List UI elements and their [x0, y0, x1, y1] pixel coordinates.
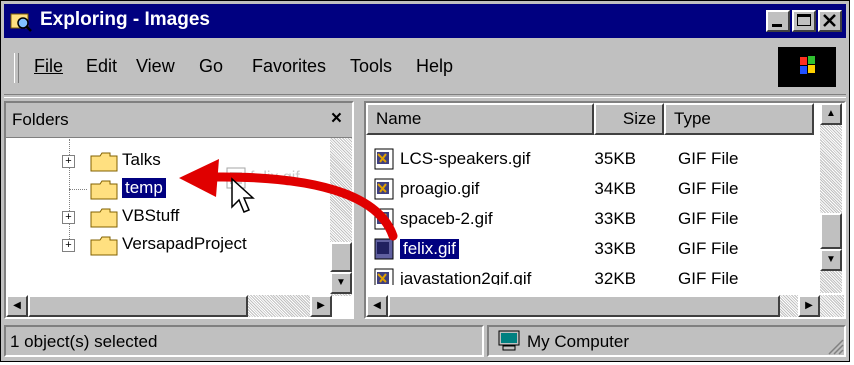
folders-vscrollbar[interactable]: ▼ — [330, 138, 352, 296]
gif-file-icon — [374, 208, 394, 230]
folder-icon — [90, 236, 118, 256]
tree-item-label: temp — [122, 178, 166, 198]
file-row-selected[interactable]: felix.gif 33KB GIF File — [366, 235, 806, 265]
files-scroll-down-button[interactable]: ▼ — [820, 249, 842, 271]
folders-scroll-right-button[interactable]: ▶ — [310, 295, 332, 317]
arrow-up-icon: ▲ — [826, 108, 836, 119]
file-row[interactable]: LCS-speakers.gif 35KB GIF File — [366, 145, 806, 175]
gif-file-icon — [374, 178, 394, 200]
files-scroll-up-button[interactable]: ▲ — [820, 103, 842, 125]
explorer-window: Exploring - Images File Edit View Go Fav… — [0, 0, 850, 362]
windows-logo — [778, 47, 836, 87]
tree-item-label: VersapadProject — [122, 234, 247, 253]
maximize-icon — [797, 14, 811, 26]
gif-file-icon — [374, 268, 394, 285]
window-title: Exploring - Images — [40, 9, 210, 30]
file-size: 33KB — [594, 209, 636, 228]
menu-bar: File Edit View Go Favorites Tools Help — [4, 41, 846, 93]
folders-hscrollbar[interactable]: ◀ ▶ — [6, 295, 332, 317]
file-type: GIF File — [678, 269, 739, 285]
file-name: felix.gif — [400, 239, 459, 259]
file-size: 33KB — [594, 239, 636, 258]
folder-icon — [90, 180, 118, 200]
menu-edit[interactable]: Edit — [86, 56, 117, 77]
files-pane: Name Size Type LCS-speakers.gif 35KB GIF… — [364, 101, 846, 319]
status-location: My Computer — [487, 325, 846, 357]
files-vscrollbar[interactable]: ▲ ▼ — [820, 103, 842, 293]
folders-title: Folders — [12, 110, 69, 129]
expand-icon[interactable]: + — [62, 239, 75, 252]
status-selection: 1 object(s) selected — [4, 325, 484, 357]
title-bar[interactable]: Exploring - Images — [4, 4, 846, 38]
arrow-left-icon: ◀ — [373, 300, 381, 311]
files-hscrollbar[interactable]: ◀ ▶ — [366, 295, 844, 317]
gif-file-icon — [226, 167, 246, 189]
files-scroll-left-button[interactable]: ◀ — [366, 295, 388, 317]
column-header-size[interactable]: Size — [594, 103, 664, 135]
menu-favorites[interactable]: Favorites — [252, 56, 326, 77]
menu-file[interactable]: File — [34, 56, 63, 77]
arrow-left-icon: ◀ — [13, 300, 21, 311]
file-size: 32KB — [594, 269, 636, 285]
minimize-button[interactable] — [766, 10, 790, 32]
arrow-right-icon: ▶ — [805, 300, 813, 311]
file-type: GIF File — [678, 239, 739, 258]
files-vscroll-thumb[interactable] — [820, 213, 842, 249]
file-size: 35KB — [594, 149, 636, 168]
folders-pane: Folders × + Talks temp + VBStuff + Versa… — [4, 101, 354, 319]
files-hscroll-thumb[interactable] — [388, 295, 780, 317]
toolbar-grip[interactable] — [14, 53, 19, 83]
folders-header: Folders × — [6, 103, 352, 138]
file-type: GIF File — [678, 209, 739, 228]
drag-ghost-label: felix.gif — [250, 169, 300, 186]
menu-go[interactable]: Go — [199, 56, 223, 77]
arrow-down-icon: ▼ — [826, 254, 836, 265]
tree-item-label: Talks — [122, 150, 161, 169]
menu-tools[interactable]: Tools — [350, 56, 392, 77]
column-header-type[interactable]: Type — [664, 103, 814, 135]
tree-branch — [69, 189, 87, 190]
column-header-name[interactable]: Name — [366, 103, 594, 135]
folder-icon — [90, 152, 118, 172]
menu-help[interactable]: Help — [416, 56, 453, 77]
gif-file-icon — [374, 238, 394, 260]
tree-item-label: VBStuff — [122, 206, 180, 225]
minimize-icon — [772, 24, 782, 27]
file-row[interactable]: spaceb-2.gif 33KB GIF File — [366, 205, 806, 235]
folders-close-icon[interactable]: × — [331, 108, 342, 130]
pane-splitter[interactable] — [354, 101, 364, 319]
folder-icon — [90, 208, 118, 228]
computer-icon — [498, 330, 520, 351]
folders-hscroll-thumb[interactable] — [28, 295, 248, 317]
file-size: 34KB — [594, 179, 636, 198]
file-type: GIF File — [678, 149, 739, 168]
windows-flag-icon — [800, 56, 815, 74]
file-name: LCS-speakers.gif — [400, 149, 531, 168]
close-button[interactable] — [818, 10, 842, 32]
folders-scroll-down-button[interactable]: ▼ — [330, 272, 352, 294]
status-location-text: My Computer — [527, 332, 630, 351]
file-name: javastation2gif.gif — [400, 269, 532, 285]
file-row[interactable]: proagio.gif 34KB GIF File — [366, 175, 806, 205]
explorer-icon — [10, 13, 32, 32]
close-icon — [823, 14, 836, 27]
arrow-right-icon: ▶ — [317, 300, 325, 311]
files-scroll-right-button[interactable]: ▶ — [798, 295, 820, 317]
folders-scroll-left-button[interactable]: ◀ — [6, 295, 28, 317]
expand-icon[interactable]: + — [62, 211, 75, 224]
expand-icon[interactable]: + — [62, 155, 75, 168]
resize-grip-icon[interactable] — [826, 337, 844, 355]
menu-view[interactable]: View — [136, 56, 175, 77]
file-row[interactable]: javastation2gif.gif 32KB GIF File — [366, 265, 806, 285]
status-text: 1 object(s) selected — [10, 332, 158, 351]
file-name: spaceb-2.gif — [400, 209, 493, 228]
menu-separator — [4, 94, 846, 98]
folders-vscroll-thumb[interactable] — [330, 242, 352, 272]
arrow-down-icon: ▼ — [336, 277, 346, 288]
file-name: proagio.gif — [400, 179, 480, 198]
file-type: GIF File — [678, 179, 739, 198]
gif-file-icon — [374, 148, 394, 170]
maximize-button[interactable] — [792, 10, 816, 32]
